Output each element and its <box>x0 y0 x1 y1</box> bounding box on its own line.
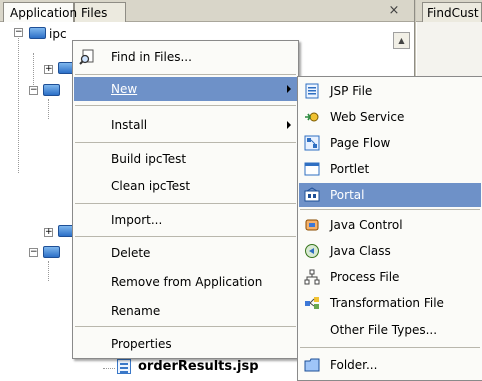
menu-separator <box>75 236 296 237</box>
menu-label: Install <box>111 118 148 132</box>
menu-label: Folder... <box>330 358 378 372</box>
menu-label: Page Flow <box>330 136 391 150</box>
menu-separator <box>75 105 296 106</box>
page-flow-icon <box>304 135 320 151</box>
process-file-icon <box>304 269 320 285</box>
menu-item-install[interactable]: Install <box>74 113 297 137</box>
folder-icon <box>43 84 60 96</box>
menu-label: JSP File <box>330 84 373 98</box>
submenu-arrow-icon <box>287 85 291 93</box>
submenu-item-process-file[interactable]: Process File <box>299 265 481 289</box>
collapse-icon[interactable]: − <box>29 86 38 95</box>
menu-item-find-in-files[interactable]: Find in Files... <box>74 45 297 69</box>
menu-label: Rename <box>111 304 161 318</box>
tab-files[interactable]: Files <box>74 2 126 22</box>
menu-item-remove-from-application[interactable]: Remove from Application <box>74 270 297 294</box>
java-class-icon <box>305 244 319 258</box>
menu-label: Import... <box>111 213 163 227</box>
menu-separator <box>75 74 296 75</box>
folder-icon <box>304 358 320 372</box>
submenu-item-page-flow[interactable]: Page Flow <box>299 131 481 155</box>
scroll-up-button[interactable]: ▲ <box>393 32 410 49</box>
new-submenu: JSP File Web Service Page Flow Portlet P… <box>297 76 482 381</box>
submenu-arrow-icon <box>287 121 291 129</box>
transformation-file-icon <box>305 297 319 309</box>
close-icon[interactable]: × <box>386 3 402 19</box>
project-folder-icon <box>29 27 46 39</box>
tree-guide-line <box>48 99 49 119</box>
menu-separator <box>300 209 480 210</box>
context-menu: Find in Files... New Install Build ipcTe… <box>72 40 299 359</box>
collapse-icon[interactable]: − <box>14 28 23 37</box>
menu-item-import[interactable]: Import... <box>74 208 297 232</box>
jsp-file-icon <box>305 83 319 99</box>
menu-label: Other File Types... <box>330 323 438 337</box>
menu-separator <box>300 347 480 348</box>
menu-item-new[interactable]: New <box>74 77 297 101</box>
menu-label: Find in Files... <box>111 50 192 64</box>
menu-label: New <box>111 82 138 96</box>
submenu-item-other-file-types[interactable]: Other File Types... <box>299 318 481 342</box>
expand-icon[interactable]: + <box>44 65 53 74</box>
menu-item-clean[interactable]: Clean ipcTest <box>74 174 297 198</box>
menu-label: Java Control <box>330 218 403 232</box>
menu-separator <box>75 203 296 204</box>
menu-label: Java Class <box>330 244 391 258</box>
menu-label: Properties <box>111 337 172 351</box>
tab-strip: Application Files × FindCust <box>0 0 482 22</box>
portal-icon <box>304 187 320 202</box>
menu-item-properties[interactable]: Properties <box>74 332 297 356</box>
menu-label: Delete <box>111 246 151 260</box>
tree-guide-line <box>103 368 115 369</box>
menu-label: Portlet <box>330 162 370 176</box>
menu-label: Build ipcTest <box>111 152 187 166</box>
web-service-icon <box>305 112 319 122</box>
tree-guide-line <box>18 33 19 173</box>
jsp-file-icon <box>117 359 131 374</box>
submenu-item-java-control[interactable]: Java Control <box>299 213 481 237</box>
menu-label: Portal <box>330 188 365 202</box>
menu-item-build[interactable]: Build ipcTest <box>74 147 297 171</box>
tree-item-orderresults[interactable]: orderResults.jsp <box>138 360 259 374</box>
menu-separator <box>75 142 296 143</box>
menu-label: Web Service <box>330 110 405 124</box>
menu-separator <box>75 326 296 327</box>
menu-label: Transformation File <box>330 296 444 310</box>
expand-icon[interactable]: + <box>44 228 53 237</box>
java-control-icon <box>305 219 319 231</box>
collapse-icon[interactable]: − <box>29 248 38 257</box>
submenu-item-jsp-file[interactable]: JSP File <box>299 79 481 103</box>
submenu-item-web-service[interactable]: Web Service <box>299 105 481 129</box>
submenu-item-portal[interactable]: Portal <box>299 183 481 207</box>
menu-item-delete[interactable]: Delete <box>74 241 297 265</box>
menu-label: Clean ipcTest <box>111 179 191 193</box>
menu-label: Process File <box>330 270 400 284</box>
tree-root-label[interactable]: ipc <box>49 27 67 41</box>
submenu-item-transformation-file[interactable]: Transformation File <box>299 291 481 315</box>
tree-guide-line <box>48 261 49 281</box>
folder-icon <box>43 246 60 258</box>
tab-findcust[interactable]: FindCust <box>422 2 482 22</box>
submenu-item-java-class[interactable]: Java Class <box>299 239 481 263</box>
menu-label: Remove from Application <box>111 275 263 289</box>
portlet-icon <box>304 162 320 176</box>
submenu-item-folder[interactable]: Folder... <box>299 353 481 377</box>
submenu-item-portlet[interactable]: Portlet <box>299 157 481 181</box>
tab-application[interactable]: Application <box>3 2 77 22</box>
find-in-files-icon <box>79 49 94 65</box>
menu-item-rename[interactable]: Rename <box>74 299 297 323</box>
